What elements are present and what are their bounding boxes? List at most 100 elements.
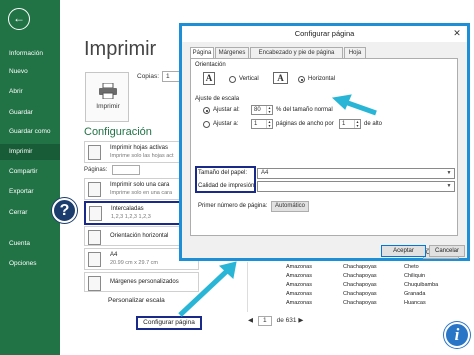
- print-button-label: Imprimir: [96, 103, 120, 110]
- page-number-input[interactable]: 1: [257, 316, 272, 326]
- cell: Chiliquin: [404, 273, 426, 279]
- option-subtitle: Imprime solo las hojas act: [110, 153, 174, 159]
- cell: Chuquibamba: [404, 282, 439, 288]
- page-setup-dialog: Configurar página ✕ Página Márgenes Enca…: [179, 23, 470, 261]
- print-button[interactable]: Imprimir: [85, 72, 129, 122]
- prev-page-icon[interactable]: ◀: [248, 317, 253, 324]
- table-row: Amazonas Chachapoyas Granada: [248, 291, 426, 299]
- tab-hoja[interactable]: Hoja: [344, 47, 366, 58]
- portrait-icon: A: [203, 72, 215, 85]
- cell: Amazonas: [286, 282, 312, 288]
- vertical-label: Vertical: [239, 76, 259, 82]
- close-icon[interactable]: ✕: [450, 27, 464, 40]
- cell: Amazonas: [286, 291, 312, 297]
- collated-icon: [89, 206, 102, 221]
- arrow-head-dialog: [218, 261, 237, 279]
- page-setup-link[interactable]: Configurar página: [136, 316, 202, 330]
- back-arrow-icon[interactable]: ←: [8, 8, 30, 30]
- sidebar-item-guardar[interactable]: Guardar: [0, 105, 60, 121]
- sidebar-item-informacion[interactable]: Información: [0, 46, 60, 62]
- paper-size-value: A4: [261, 170, 269, 176]
- sidebar-item-opciones[interactable]: Opciones: [0, 256, 60, 272]
- pages-input[interactable]: [112, 165, 140, 175]
- stepper-arrows-icon[interactable]: ▲ ▼: [354, 120, 360, 128]
- sidebar-item-nuevo[interactable]: Nuevo: [0, 64, 60, 80]
- option-title: A4: [110, 252, 118, 258]
- sidebar-item-imprimir[interactable]: Imprimir: [0, 144, 60, 160]
- custom-scale-dropdown[interactable]: Personalizar escala: [108, 297, 188, 309]
- chevron-down-icon[interactable]: ▼: [445, 170, 453, 177]
- cell: Amazonas: [286, 264, 312, 270]
- table-row: Amazonas Chachapoyas Chiliquin: [248, 273, 426, 281]
- fit-to-label: Ajustar a:: [213, 121, 239, 127]
- option-title: Imprimir hojas activas: [110, 145, 169, 151]
- stepper-arrows-icon[interactable]: ▲ ▼: [266, 106, 272, 114]
- cell: Chachapoyas: [343, 291, 377, 297]
- option-title: Orientación horizontal: [110, 233, 169, 239]
- first-page-label: Primer número de página:: [198, 203, 268, 209]
- tab-panel-pagina: Orientación A Vertical A Horizontal Ajus…: [190, 58, 459, 259]
- adjust-percent-stepper[interactable]: 80 ▲ ▼: [251, 105, 273, 115]
- option-subtitle: Imprime solo en una cara: [110, 190, 173, 196]
- cell: Chachapoyas: [343, 282, 377, 288]
- print-quality-select[interactable]: ▼: [257, 181, 455, 192]
- adjust-to-radio[interactable]: [203, 107, 210, 114]
- cancel-button[interactable]: Cancelar: [429, 245, 465, 257]
- sidebar-item-exportar[interactable]: Exportar: [0, 184, 60, 200]
- print-preview: Amazonas Chachapoyas Cheto Amazonas Chac…: [247, 262, 438, 312]
- option-subtitle: 20.99 cm x 29.7 cm: [110, 260, 158, 266]
- table-row: Amazonas Chachapoyas Huancas: [248, 300, 426, 308]
- chevron-down-icon[interactable]: ▼: [445, 183, 453, 190]
- copies-label: Copias:: [137, 73, 160, 80]
- horizontal-label: Horizontal: [308, 76, 336, 82]
- page-navigator: ◀ 1 de 631 ▶: [248, 316, 303, 326]
- sheet-icon: [88, 145, 101, 160]
- cell: Huancas: [404, 300, 426, 306]
- cell: Amazonas: [286, 273, 312, 279]
- sidebar-item-abrir[interactable]: Abrir: [0, 84, 60, 100]
- cell: Chachapoyas: [343, 264, 377, 270]
- cell: Amazonas: [286, 300, 312, 306]
- cell: Chachapoyas: [343, 273, 377, 279]
- fit-tall-stepper[interactable]: 1 ▲ ▼: [339, 119, 361, 129]
- cell: Granada: [404, 291, 426, 297]
- option-title: Intercaladas: [111, 206, 144, 212]
- tab-margenes[interactable]: Márgenes: [215, 47, 249, 58]
- landscape-icon: A: [273, 72, 288, 84]
- sidebar-item-guardar-como[interactable]: Guardar como: [0, 124, 60, 140]
- ok-button[interactable]: Aceptar: [381, 245, 426, 257]
- page-title: Imprimir: [84, 38, 157, 60]
- fit-wide-stepper[interactable]: 1 ▲ ▼: [251, 119, 273, 129]
- tab-encabezado[interactable]: Encabezado y pie de página: [250, 47, 343, 58]
- sidebar-item-compartir[interactable]: Compartir: [0, 164, 60, 180]
- horizontal-radio[interactable]: [298, 76, 305, 83]
- paper-icon: [88, 252, 101, 267]
- page-total-label: de 631: [276, 317, 297, 324]
- print-quality-label: Calidad de impresión:: [198, 183, 257, 189]
- fit-to-radio[interactable]: [203, 121, 210, 128]
- option-title: Imprimir solo una cara: [110, 182, 170, 188]
- margins-dropdown[interactable]: Márgenes personalizados: [84, 272, 199, 292]
- backstage-sidebar: ← Información Nuevo Abrir Guardar Guarda…: [0, 0, 60, 355]
- fit-tall-suffix: de alto: [364, 121, 383, 127]
- adjust-to-label: Ajustar al:: [213, 107, 240, 113]
- dialog-title: Configurar página: [182, 26, 467, 42]
- paper-size-select[interactable]: A4 ▼: [257, 168, 455, 179]
- settings-heading: Configuración: [84, 126, 152, 138]
- fit-tall-value: 1: [342, 121, 346, 127]
- first-page-number-input[interactable]: Automático: [271, 201, 309, 212]
- sidebar-item-cuenta[interactable]: Cuenta: [0, 236, 60, 252]
- option-title: Márgenes personalizados: [110, 279, 179, 285]
- sidebar-item-cerrar[interactable]: Cerrar: [0, 205, 60, 221]
- cell: Chachapoyas: [343, 300, 377, 306]
- table-row: Amazonas Chachapoyas Cheto: [248, 264, 423, 272]
- pages-label: Páginas:: [84, 167, 108, 173]
- vertical-radio[interactable]: [229, 76, 236, 83]
- margins-icon: [88, 276, 101, 291]
- landscape-icon: [88, 230, 101, 245]
- table-row: Amazonas Chachapoyas Chuquibamba: [248, 282, 438, 290]
- stepper-arrows-icon[interactable]: ▲ ▼: [266, 120, 272, 128]
- single-sided-icon: [88, 182, 101, 197]
- next-page-icon[interactable]: ▶: [298, 317, 303, 324]
- orientation-group-label: Orientación: [195, 62, 226, 68]
